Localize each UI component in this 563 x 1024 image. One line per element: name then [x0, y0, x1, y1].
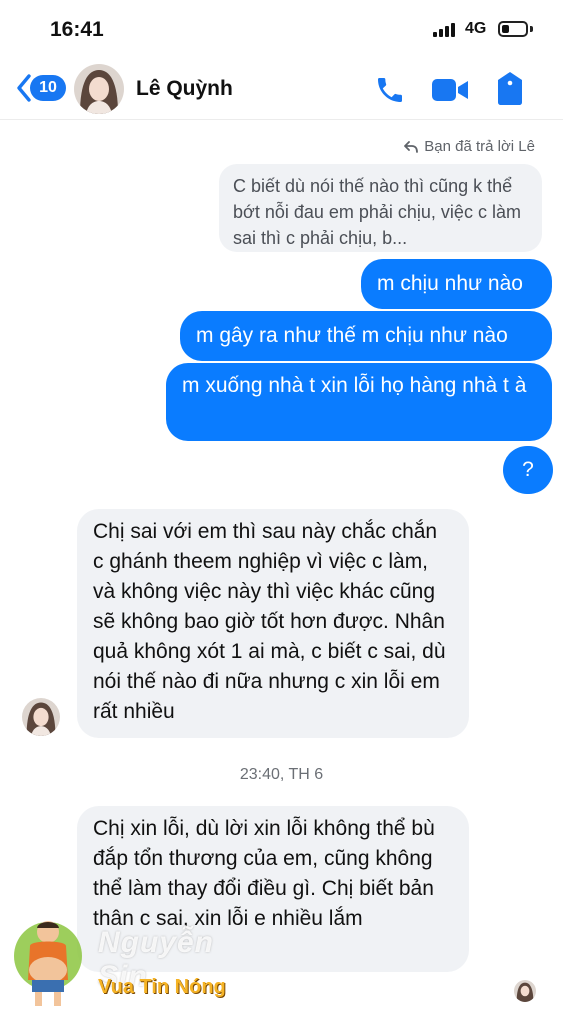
- message-bubble-outgoing[interactable]: m chịu như nào: [361, 259, 552, 309]
- sender-avatar[interactable]: [22, 698, 60, 736]
- watermark-tagline: Vua Tin Nóng: [98, 976, 226, 998]
- message-bubble-outgoing[interactable]: m gây ra như thế m chịu như nào: [180, 311, 552, 361]
- avatar[interactable]: [74, 64, 124, 114]
- message-bubble-outgoing[interactable]: ?: [503, 446, 553, 494]
- message-bubble-outgoing[interactable]: m xuống nhà t xin lỗi họ hàng nhà t à: [166, 363, 552, 441]
- signal-icon: [433, 23, 457, 37]
- network-label: 4G: [465, 20, 487, 37]
- message-bubble-incoming[interactable]: Chị sai với em thì sau này chắc chắn c g…: [77, 509, 469, 738]
- back-button[interactable]: 10: [16, 73, 68, 103]
- phone-icon[interactable]: [374, 74, 406, 106]
- watermark: Nguyễn Sin Vua Tin Nóng: [10, 912, 270, 1012]
- quoted-message[interactable]: C biết dù nói thế nào thì cũng k thể bớt…: [219, 164, 542, 252]
- video-camera-icon[interactable]: [431, 76, 469, 104]
- reply-note: Bạn đã trả lời Lê: [404, 138, 535, 155]
- battery-tip: [530, 26, 533, 32]
- battery-level: [502, 25, 509, 33]
- unread-badge: 10: [30, 75, 66, 101]
- status-time: 16:41: [50, 18, 104, 41]
- mascot-icon: [14, 921, 82, 1006]
- chat-header: 10 Lê Quỳnh: [0, 58, 563, 120]
- reply-icon: [404, 140, 419, 153]
- message-timestamp: 23:40, TH 6: [239, 766, 324, 783]
- seen-avatar: [514, 980, 536, 1002]
- reply-note-text: Bạn đã trả lời Lê: [424, 138, 535, 155]
- status-bar: 16:41 4G: [0, 0, 563, 58]
- contact-name[interactable]: Lê Quỳnh: [136, 77, 233, 101]
- info-shield-icon[interactable]: [496, 71, 524, 107]
- battery-icon: [498, 21, 528, 37]
